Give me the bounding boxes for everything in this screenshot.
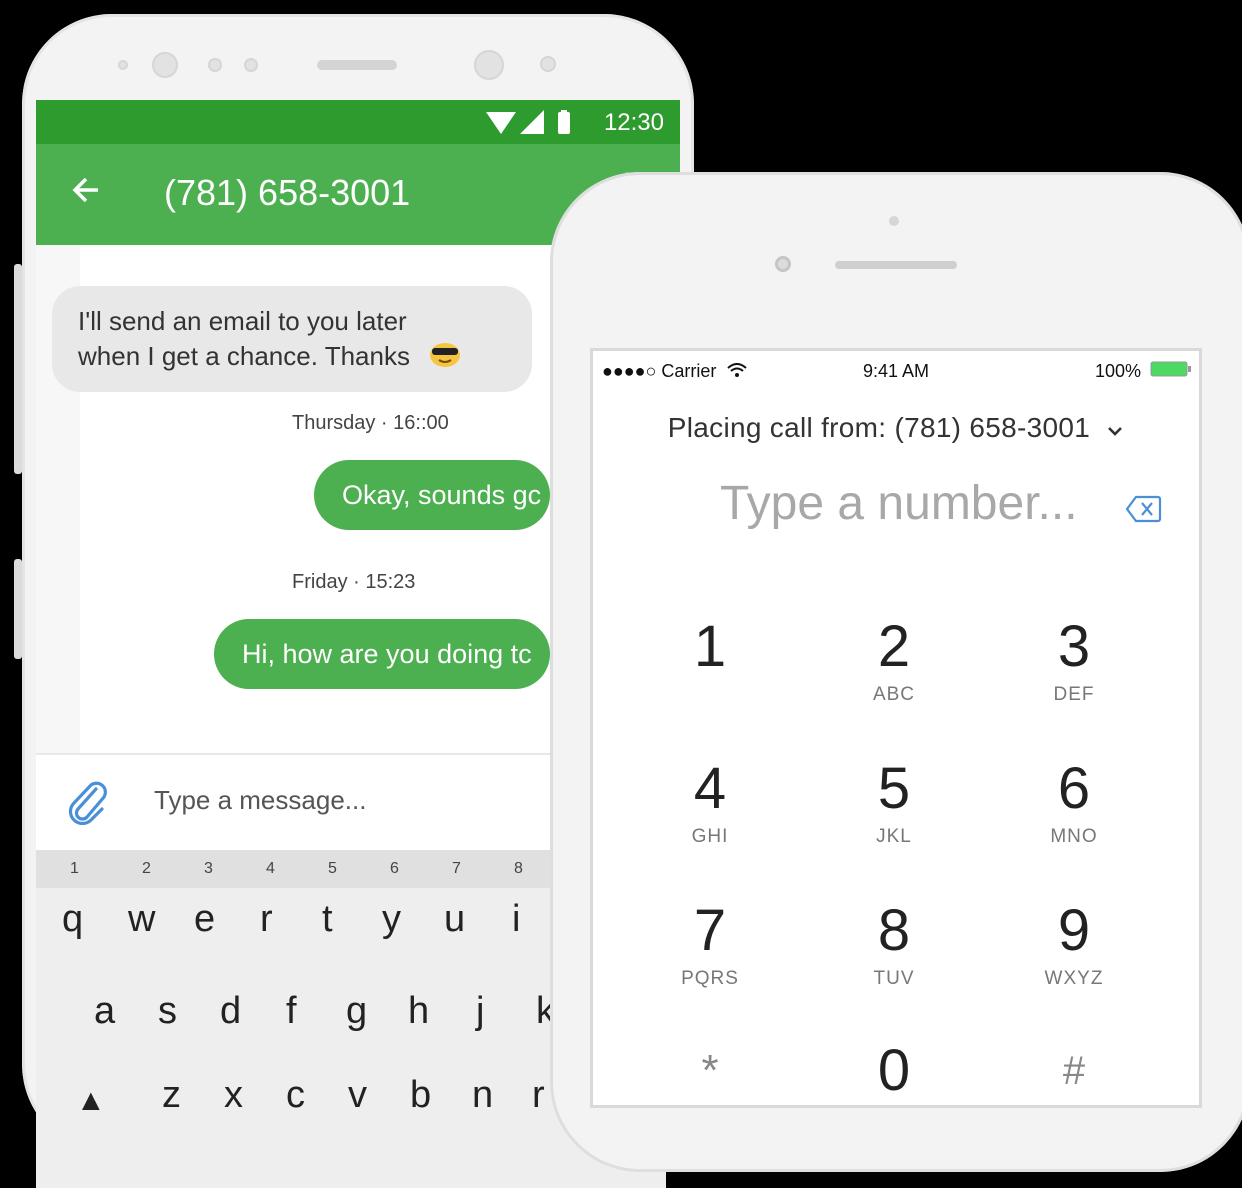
dial-digit: 3	[1057, 614, 1091, 679]
volume-button	[14, 264, 22, 474]
dial-letters: WXYZ	[1044, 968, 1104, 989]
key-n[interactable]: n	[472, 1074, 493, 1117]
dial-digit: 5	[877, 756, 911, 821]
key-8[interactable]: 8	[514, 860, 523, 878]
message-line: I'll send an email to you later	[78, 306, 407, 336]
key-u[interactable]: u	[444, 898, 465, 941]
placing-call-selector[interactable]: Placing call from: (781) 658-3001	[590, 412, 1202, 444]
key-j[interactable]: j	[476, 990, 484, 1033]
key-e[interactable]: e	[194, 898, 215, 941]
message-input[interactable]: Type a message...	[154, 785, 366, 816]
message-line: when I get a chance. Thanks	[78, 341, 410, 371]
key-7[interactable]: 7	[452, 860, 461, 878]
key-1[interactable]: 1	[70, 860, 79, 878]
message-timestamp: Friday · 15:23	[292, 571, 416, 593]
dial-key-2[interactable]: 2 ABC	[814, 616, 974, 706]
key-g[interactable]: g	[346, 990, 367, 1033]
paperclip-icon[interactable]	[66, 779, 110, 830]
dial-key-3[interactable]: 3 DEF	[994, 616, 1154, 706]
key-a[interactable]: a	[94, 990, 115, 1033]
chevron-down-icon	[1106, 412, 1124, 443]
conversation-title: (781) 658-3001	[164, 172, 411, 213]
iphone: ●●●●○ Carrier 9:41 AM 100% Placing call …	[550, 172, 1242, 1172]
wifi-signal-battery-icons	[486, 110, 576, 141]
dial-key-7[interactable]: 7 PQRS	[630, 900, 790, 990]
battery-icon	[1150, 361, 1192, 381]
outgoing-message-bubble[interactable]: Hi, how are you doing tc	[214, 619, 550, 689]
key-v[interactable]: v	[348, 1074, 367, 1117]
key-d[interactable]: d	[220, 990, 241, 1033]
android-status-time: 12:30	[603, 109, 664, 136]
key-2[interactable]: 2	[142, 860, 151, 878]
dial-digit: 6	[1057, 756, 1091, 821]
dial-key-1[interactable]: 1	[630, 616, 790, 684]
dial-key-6[interactable]: 6 MNO	[994, 758, 1154, 848]
dial-key-star[interactable]: *	[630, 1040, 790, 1102]
dial-digit: 0	[877, 1038, 911, 1103]
key-q[interactable]: q	[62, 898, 83, 941]
key-x[interactable]: x	[224, 1074, 243, 1117]
power-button	[14, 559, 22, 659]
battery-percent: 100%	[1094, 361, 1141, 381]
key-y[interactable]: y	[382, 898, 401, 941]
dial-digit: *	[701, 1046, 719, 1095]
dial-letters: MNO	[1050, 826, 1098, 847]
dial-key-4[interactable]: 4 GHI	[630, 758, 790, 848]
iphone-sensor	[889, 216, 899, 226]
dial-digit: 2	[877, 614, 911, 679]
key-w[interactable]: w	[128, 898, 155, 941]
android-speaker	[317, 60, 397, 70]
dial-digit: 4	[693, 756, 727, 821]
key-h[interactable]: h	[408, 990, 429, 1033]
placing-call-text: Placing call from: (781) 658-3001	[667, 412, 1091, 443]
key-c[interactable]: c	[286, 1074, 305, 1117]
dial-digit: 1	[693, 614, 727, 679]
dial-digit: 8	[877, 898, 911, 963]
ios-status-bar: ●●●●○ Carrier 9:41 AM 100%	[590, 348, 1202, 392]
backspace-icon[interactable]	[1125, 494, 1162, 529]
outgoing-message-bubble[interactable]: Okay, sounds gc	[314, 460, 550, 530]
dialer-screen: ●●●●○ Carrier 9:41 AM 100% Placing call …	[590, 348, 1202, 1108]
dial-digit: 7	[693, 898, 727, 963]
key-r[interactable]: r	[260, 898, 273, 941]
dial-key-hash[interactable]: #	[994, 1040, 1154, 1102]
shift-icon[interactable]: ▲	[76, 1084, 106, 1118]
dial-key-9[interactable]: 9 WXYZ	[994, 900, 1154, 990]
key-s[interactable]: s	[158, 990, 177, 1033]
dial-letters: TUV	[873, 968, 915, 989]
dial-key-8[interactable]: 8 TUV	[814, 900, 974, 990]
sunglasses-emoji-icon	[429, 340, 461, 377]
key-z[interactable]: z	[162, 1074, 181, 1117]
dial-letters: PQRS	[681, 968, 739, 989]
key-6[interactable]: 6	[390, 860, 399, 878]
dial-letters: ABC	[872, 684, 916, 705]
key-r-partial[interactable]: r	[532, 1074, 545, 1117]
key-t[interactable]: t	[322, 898, 333, 941]
dial-digit: 9	[1057, 898, 1091, 963]
message-timestamp: Thursday · 16::00	[292, 412, 449, 434]
android-status-bar: 12:30	[36, 100, 680, 144]
dial-digit: #	[1062, 1049, 1086, 1093]
dial-letters: GHI	[691, 826, 729, 847]
key-f[interactable]: f	[286, 990, 297, 1033]
dial-letters: DEF	[1053, 684, 1095, 705]
dial-key-5[interactable]: 5 JKL	[814, 758, 974, 848]
iphone-earpiece	[835, 261, 957, 269]
key-i[interactable]: i	[512, 898, 520, 941]
key-4[interactable]: 4	[266, 860, 275, 878]
iphone-front-camera	[775, 256, 791, 272]
dial-key-0[interactable]: 0	[814, 1040, 974, 1102]
key-5[interactable]: 5	[328, 860, 337, 878]
incoming-message-bubble[interactable]: I'll send an email to you later when I g…	[52, 286, 532, 392]
key-3[interactable]: 3	[204, 860, 213, 878]
arrow-left-icon[interactable]	[68, 172, 104, 215]
key-b[interactable]: b	[410, 1074, 431, 1117]
dial-letters: JKL	[876, 826, 912, 847]
battery-indicator: 100%	[1095, 361, 1192, 382]
number-input[interactable]: Type a number...	[720, 476, 1078, 531]
